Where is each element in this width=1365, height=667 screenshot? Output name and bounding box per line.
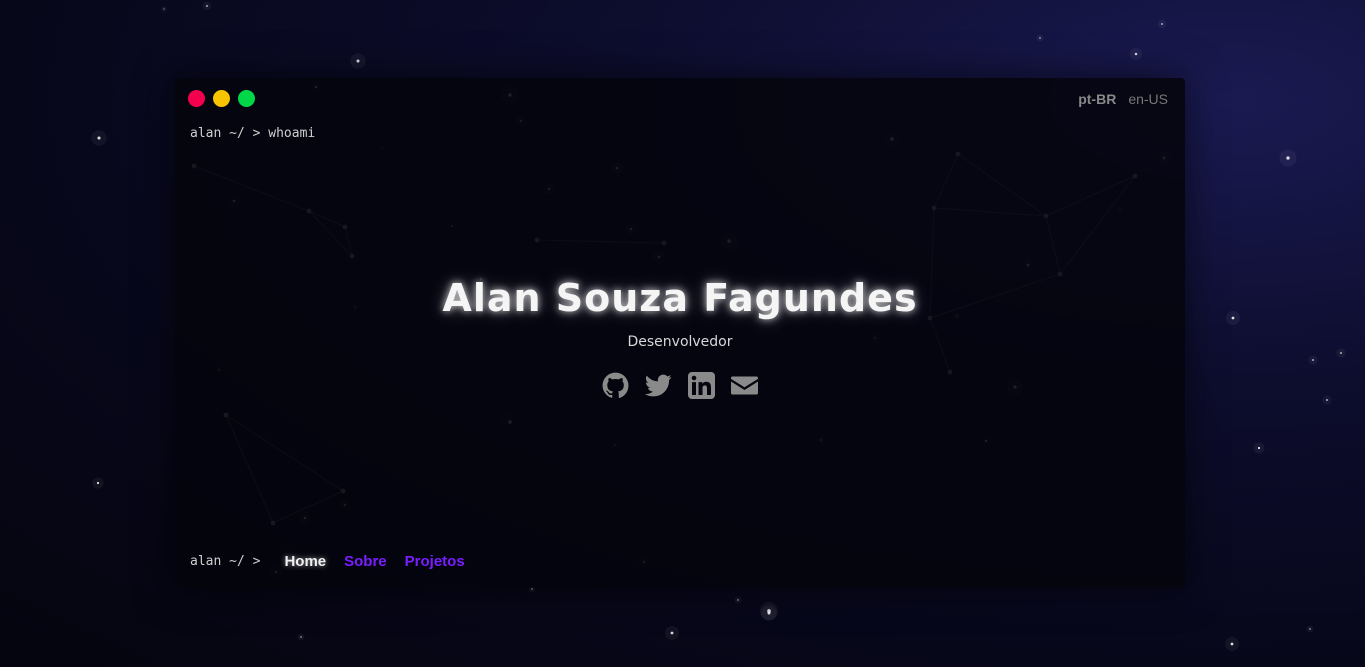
lang-en-us[interactable]: en-US	[1128, 91, 1168, 107]
main-nav: Home Sobre Projetos	[284, 553, 464, 570]
window-controls	[188, 90, 255, 107]
star	[1279, 149, 1297, 167]
lang-pt-br[interactable]: pt-BR	[1078, 91, 1116, 107]
star	[297, 633, 305, 641]
close-button[interactable]	[188, 90, 205, 107]
star	[1336, 348, 1346, 358]
star	[202, 1, 212, 11]
star	[734, 596, 742, 604]
terminal-prompt-bottom: alan ~/ > Home Sobre Projetos	[190, 553, 465, 570]
star	[1226, 311, 1240, 325]
email-icon[interactable]	[731, 372, 758, 399]
github-icon[interactable]	[602, 372, 629, 399]
page-title: Alan Souza Fagundes	[442, 276, 918, 320]
terminal-window: pt-BR en-US alan ~/ > whoami Alan Souza …	[175, 78, 1185, 588]
nav-projects-link[interactable]: Projetos	[405, 553, 465, 570]
twitter-icon[interactable]	[645, 372, 672, 399]
star	[1129, 47, 1143, 61]
star	[665, 626, 679, 640]
star	[91, 130, 107, 146]
star	[1322, 395, 1332, 405]
star	[92, 477, 104, 489]
linkedin-icon[interactable]	[688, 372, 715, 399]
star	[1253, 442, 1265, 454]
terminal-prompt-top: alan ~/ > whoami	[190, 126, 316, 141]
prompt-label: alan ~/ >	[190, 554, 261, 569]
role-subtitle: Desenvolvedor	[627, 334, 733, 350]
star	[1157, 19, 1167, 29]
social-links	[175, 372, 1185, 399]
hero: Alan Souza Fagundes Desenvolvedor	[175, 276, 1185, 399]
star	[1308, 355, 1318, 365]
star	[761, 605, 777, 621]
star	[350, 53, 366, 69]
minimize-button[interactable]	[213, 90, 230, 107]
star	[1225, 637, 1239, 651]
maximize-button[interactable]	[238, 90, 255, 107]
star	[161, 6, 167, 12]
nav-home-link[interactable]: Home	[284, 553, 326, 570]
language-switcher: pt-BR en-US	[1078, 91, 1168, 107]
star	[1036, 34, 1044, 42]
nav-about-link[interactable]: Sobre	[344, 553, 387, 570]
star	[1306, 625, 1314, 633]
